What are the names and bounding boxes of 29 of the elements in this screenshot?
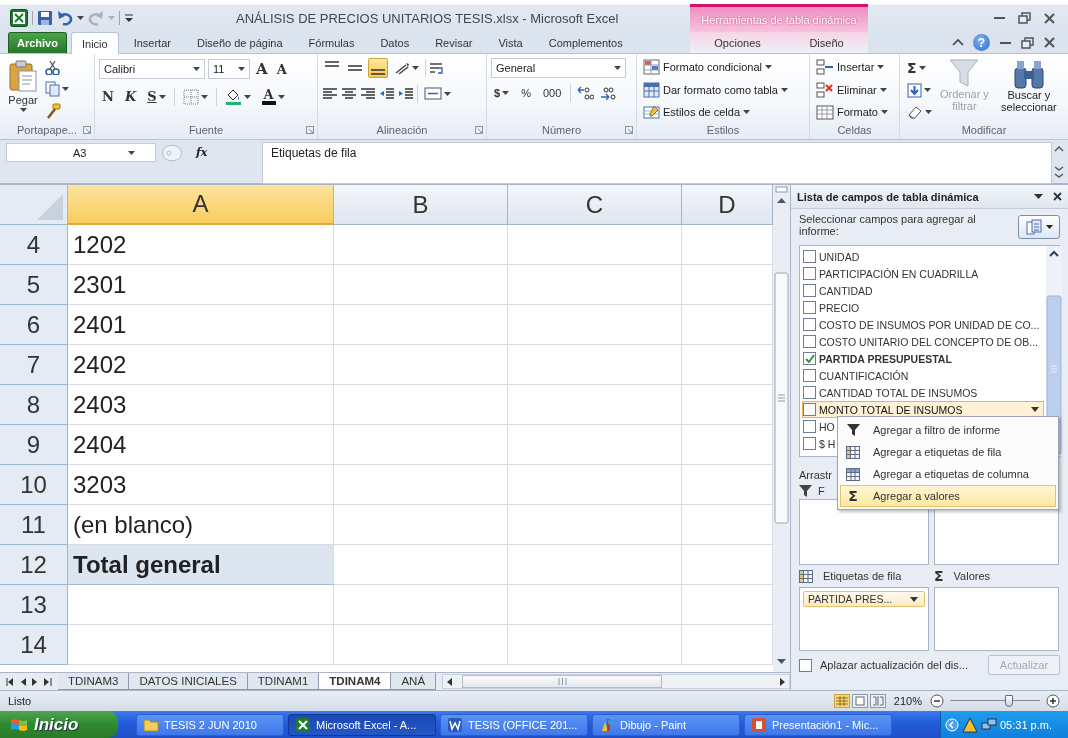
area-label: Valores — [953, 570, 991, 582]
pane-title: Lista de campos de tabla dinámica — [797, 190, 979, 203]
table-cell: 2403 — [68, 385, 334, 425]
table-cell: 3203 — [68, 465, 334, 505]
clock: 05:31 p.m. — [1000, 718, 1052, 731]
group-label: Modificar — [961, 124, 1007, 136]
window-title: ANÁLISIS DE PRECIOS UNITARIOS TESIS.xlsx - Microsoft Excel — [236, 10, 619, 26]
font-color-letter: A — [261, 88, 276, 105]
group-label: Portapape... — [17, 124, 77, 136]
group-label: Celdas — [837, 124, 872, 136]
instruction-text: Seleccionar campos para agregar al informe: — [799, 213, 977, 237]
table-cell: 1202 — [68, 225, 334, 265]
group-label: Número — [541, 124, 582, 136]
table-cell: 2301 — [68, 265, 334, 305]
group-label: Fuente — [188, 124, 224, 136]
sum-symbol: Σ — [934, 568, 944, 584]
area-label: Etiquetas de fila — [823, 570, 902, 582]
table-cell: 2401 — [68, 305, 334, 345]
sum-symbol: Σ — [848, 488, 858, 504]
table-cell: 2404 — [68, 425, 334, 465]
contextual-tab-title: Herramientas de tabla dinámica — [690, 4, 868, 32]
table-cell: 2402 — [68, 345, 334, 385]
group-label: Alineación — [376, 124, 428, 136]
zoom-level: 210% — [893, 695, 922, 707]
status-text: Listo — [8, 695, 32, 707]
table-cell: Total general — [68, 545, 334, 585]
group-label: Estilos — [706, 124, 740, 136]
area-label: F — [818, 485, 825, 497]
instruction-text: Arrastr — [799, 469, 832, 483]
